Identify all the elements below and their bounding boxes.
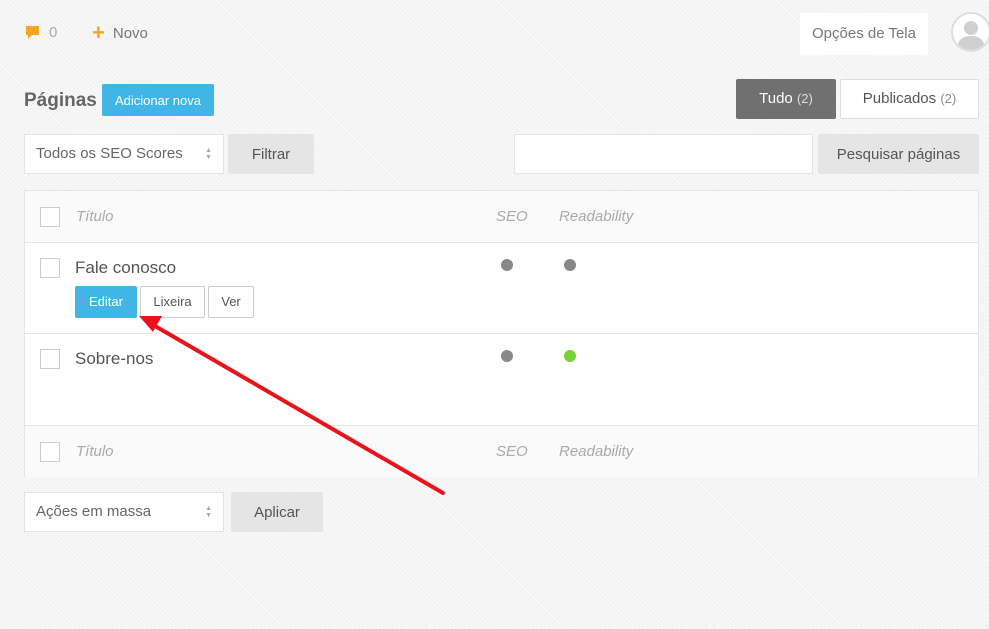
screen-options-button[interactable]: Opções de Tela xyxy=(800,13,928,55)
speech-bubble-icon xyxy=(26,26,39,39)
comments-count: 0 xyxy=(49,24,58,41)
column-seo-footer[interactable]: SEO xyxy=(496,443,528,460)
filter-published-count: (2) xyxy=(940,91,957,106)
seo-score-select-value: Todos os SEO Scores xyxy=(36,145,183,162)
filter-tab-published[interactable]: Publicados (2) xyxy=(840,79,979,119)
view-button[interactable]: Ver xyxy=(208,286,254,318)
readability-score-dot xyxy=(564,350,576,362)
column-title[interactable]: Título xyxy=(76,208,114,225)
new-content-link[interactable]: + Novo xyxy=(92,20,148,45)
readability-score-dot xyxy=(564,259,576,271)
filter-published-label: Publicados xyxy=(862,90,937,107)
filter-button[interactable]: Filtrar xyxy=(228,134,314,174)
search-input[interactable] xyxy=(514,134,813,174)
column-title-footer[interactable]: Título xyxy=(76,443,114,460)
comments-link[interactable]: 0 xyxy=(25,24,57,41)
bulk-actions-select[interactable]: Ações em massa ▲ ▼ xyxy=(24,492,224,532)
search-pages-button[interactable]: Pesquisar páginas xyxy=(818,134,979,174)
add-new-page-button[interactable]: Adicionar nova xyxy=(102,84,214,116)
row-title-link[interactable]: Fale conosco xyxy=(75,258,176,278)
column-readability-footer[interactable]: Readability xyxy=(559,443,633,460)
table-footer: Título SEO Readability xyxy=(25,425,978,477)
row-checkbox[interactable] xyxy=(40,258,60,278)
updown-arrows-icon: ▲ ▼ xyxy=(205,147,212,161)
seo-score-dot xyxy=(501,350,513,362)
page-title: Páginas xyxy=(24,90,97,111)
plus-icon: + xyxy=(92,20,105,45)
user-avatar-icon[interactable] xyxy=(951,12,989,52)
column-seo[interactable]: SEO xyxy=(496,208,528,225)
filter-all-label: Tudo xyxy=(759,90,793,107)
new-label: Novo xyxy=(112,24,148,42)
table-row: Sobre-nos xyxy=(25,334,978,425)
admin-toolbar: 0 + Novo Opções de Tela xyxy=(0,0,989,68)
table-row: Fale conosco Editar Lixeira Ver xyxy=(25,243,978,334)
seo-score-dot xyxy=(501,259,513,271)
trash-button[interactable]: Lixeira xyxy=(140,286,205,318)
filter-tab-all[interactable]: Tudo (2) xyxy=(736,79,836,119)
select-all-checkbox[interactable] xyxy=(40,207,60,227)
select-all-checkbox-footer[interactable] xyxy=(40,442,60,462)
pages-table: Título SEO Readability Fale conosco Edit… xyxy=(24,190,979,477)
row-checkbox[interactable] xyxy=(40,349,60,369)
column-readability[interactable]: Readability xyxy=(559,208,633,225)
apply-button[interactable]: Aplicar xyxy=(231,492,323,532)
bulk-actions-select-value: Ações em massa xyxy=(36,503,152,520)
filter-all-count: (2) xyxy=(796,91,813,106)
updown-arrows-icon: ▲ ▼ xyxy=(205,505,212,519)
edit-button[interactable]: Editar xyxy=(75,286,137,318)
table-header: Título SEO Readability xyxy=(25,191,978,243)
seo-score-select[interactable]: Todos os SEO Scores ▲ ▼ xyxy=(24,134,224,174)
row-title-link[interactable]: Sobre-nos xyxy=(75,349,153,369)
